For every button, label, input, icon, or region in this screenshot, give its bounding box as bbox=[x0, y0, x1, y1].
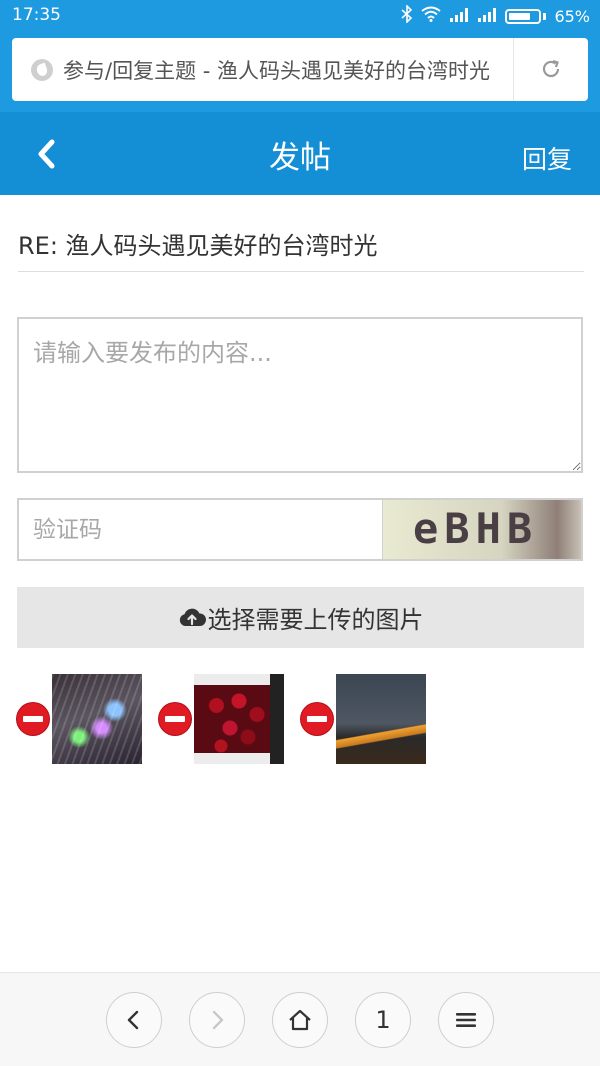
url-text[interactable]: 参与/回复主题 - 渔人码头遇见美好的台湾时光 bbox=[63, 55, 503, 85]
signal-icon bbox=[477, 7, 497, 26]
address-divider bbox=[513, 38, 514, 101]
battery-icon bbox=[505, 8, 542, 24]
post-subject: RE: 渔人码头遇见美好的台湾时光 bbox=[18, 232, 378, 260]
attachment-item bbox=[159, 674, 284, 764]
captcha-text: eBHB bbox=[413, 504, 539, 553]
cloud-upload-icon bbox=[178, 606, 206, 630]
attachment-list bbox=[17, 674, 583, 766]
forward-icon[interactable] bbox=[189, 992, 245, 1048]
tabs-count-label: 1 bbox=[375, 1006, 391, 1034]
battery-percent: 65% bbox=[554, 6, 590, 26]
remove-icon[interactable] bbox=[17, 703, 49, 735]
attachment-item bbox=[301, 674, 426, 764]
reload-icon[interactable] bbox=[540, 58, 562, 80]
captcha-row: eBHB bbox=[17, 498, 583, 561]
address-bar[interactable]: 参与/回复主题 - 渔人码头遇见美好的台湾时光 bbox=[12, 38, 588, 101]
led-lights-photo bbox=[52, 674, 142, 764]
back-icon[interactable] bbox=[106, 992, 162, 1048]
home-icon[interactable] bbox=[272, 992, 328, 1048]
wifi-icon bbox=[421, 6, 442, 26]
remove-icon[interactable] bbox=[159, 703, 191, 735]
page-title: 发帖 bbox=[269, 140, 331, 176]
signal-icon bbox=[449, 7, 469, 26]
bluetooth-icon bbox=[401, 4, 413, 27]
site-icon bbox=[31, 58, 53, 81]
subject-divider bbox=[18, 271, 584, 272]
captcha-image[interactable]: eBHB bbox=[382, 500, 581, 559]
status-icons: 65% bbox=[401, 4, 590, 27]
tabs-count[interactable]: 1 bbox=[355, 992, 411, 1048]
browser-bottom-nav: 1 bbox=[0, 972, 600, 1066]
cherries-box-photo bbox=[194, 674, 284, 764]
city-night-photo bbox=[336, 674, 426, 764]
menu-icon[interactable] bbox=[438, 992, 494, 1048]
attachment-item bbox=[17, 674, 142, 764]
page-header: 发帖 回复 bbox=[0, 112, 600, 195]
captcha-input[interactable] bbox=[19, 500, 382, 559]
status-time: 17:35 bbox=[12, 5, 61, 25]
upload-label: 选择需要上传的图片 bbox=[207, 606, 424, 634]
reply-button[interactable]: 回复 bbox=[522, 140, 572, 176]
status-bar: 17:35 65% bbox=[0, 0, 600, 32]
browser-toolbar: 参与/回复主题 - 渔人码头遇见美好的台湾时光 bbox=[0, 32, 600, 112]
upload-image-button[interactable]: 选择需要上传的图片 bbox=[17, 587, 584, 648]
content-textarea[interactable] bbox=[17, 317, 583, 473]
remove-icon[interactable] bbox=[301, 703, 333, 735]
